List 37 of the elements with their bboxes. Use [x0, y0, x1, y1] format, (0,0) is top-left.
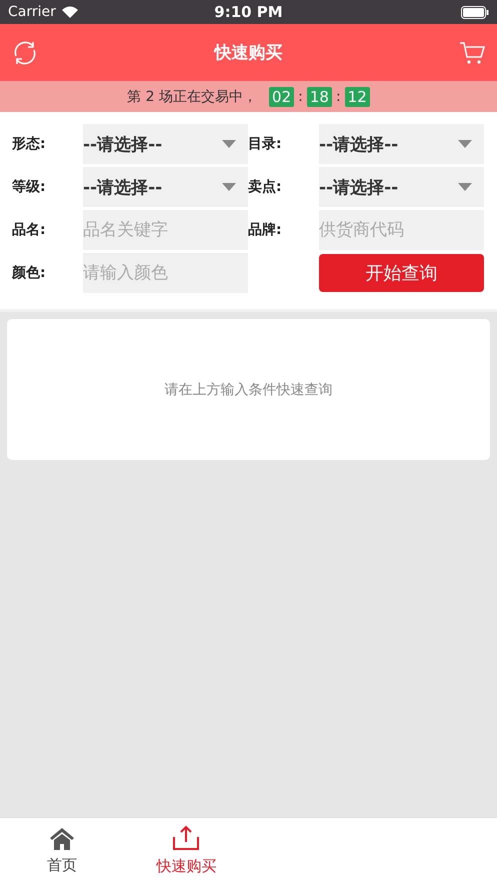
field-label: 等级: — [12, 178, 46, 196]
countdown-digits: 02 — [269, 86, 294, 106]
search-button[interactable]: 开始查询 — [319, 254, 484, 292]
countdown-digits: 18 — [306, 86, 332, 106]
dropdown-caret-icon — [458, 140, 472, 148]
upload-icon — [172, 825, 200, 851]
input-field[interactable]: 供货商代码 — [319, 210, 484, 250]
status-time: 9:10 PM — [214, 3, 283, 21]
field-label: 目录: — [248, 135, 282, 153]
tab-item[interactable]: 快速购买 — [124, 818, 248, 883]
select-field[interactable]: --请选择-- — [319, 167, 484, 207]
carrier-label: Carrier — [8, 4, 56, 20]
page-title: 快速购买 — [214, 42, 282, 64]
field-label: 卖点: — [248, 178, 282, 196]
session-status: 第 2 场正在交易中， — [127, 88, 258, 106]
empty-message: 请在上方输入条件快速查询 — [164, 380, 332, 398]
select-field[interactable]: --请选择-- — [83, 124, 248, 164]
input-field[interactable]: 品名关键字 — [83, 210, 248, 250]
battery-icon — [461, 6, 489, 18]
field-label: 品名: — [12, 221, 46, 239]
tab-item[interactable]: 首页 — [0, 818, 124, 883]
select-field[interactable]: --请选择-- — [83, 167, 248, 207]
dropdown-caret-icon — [222, 140, 236, 148]
countdown-digits: 12 — [344, 86, 370, 106]
wifi-icon — [62, 6, 78, 18]
select-field[interactable]: --请选择-- — [319, 124, 484, 164]
cart-icon[interactable] — [459, 40, 485, 64]
home-icon — [48, 826, 76, 850]
refresh-icon[interactable] — [12, 40, 38, 66]
input-field[interactable]: 请输入颜色 — [83, 253, 248, 293]
time-separator: : — [298, 88, 303, 104]
dropdown-caret-icon — [458, 183, 472, 191]
time-separator: : — [336, 88, 341, 104]
field-label: 颜色: — [12, 264, 46, 282]
dropdown-caret-icon — [222, 183, 236, 191]
field-label: 形态: — [12, 135, 46, 153]
field-label: 品牌: — [248, 221, 282, 239]
